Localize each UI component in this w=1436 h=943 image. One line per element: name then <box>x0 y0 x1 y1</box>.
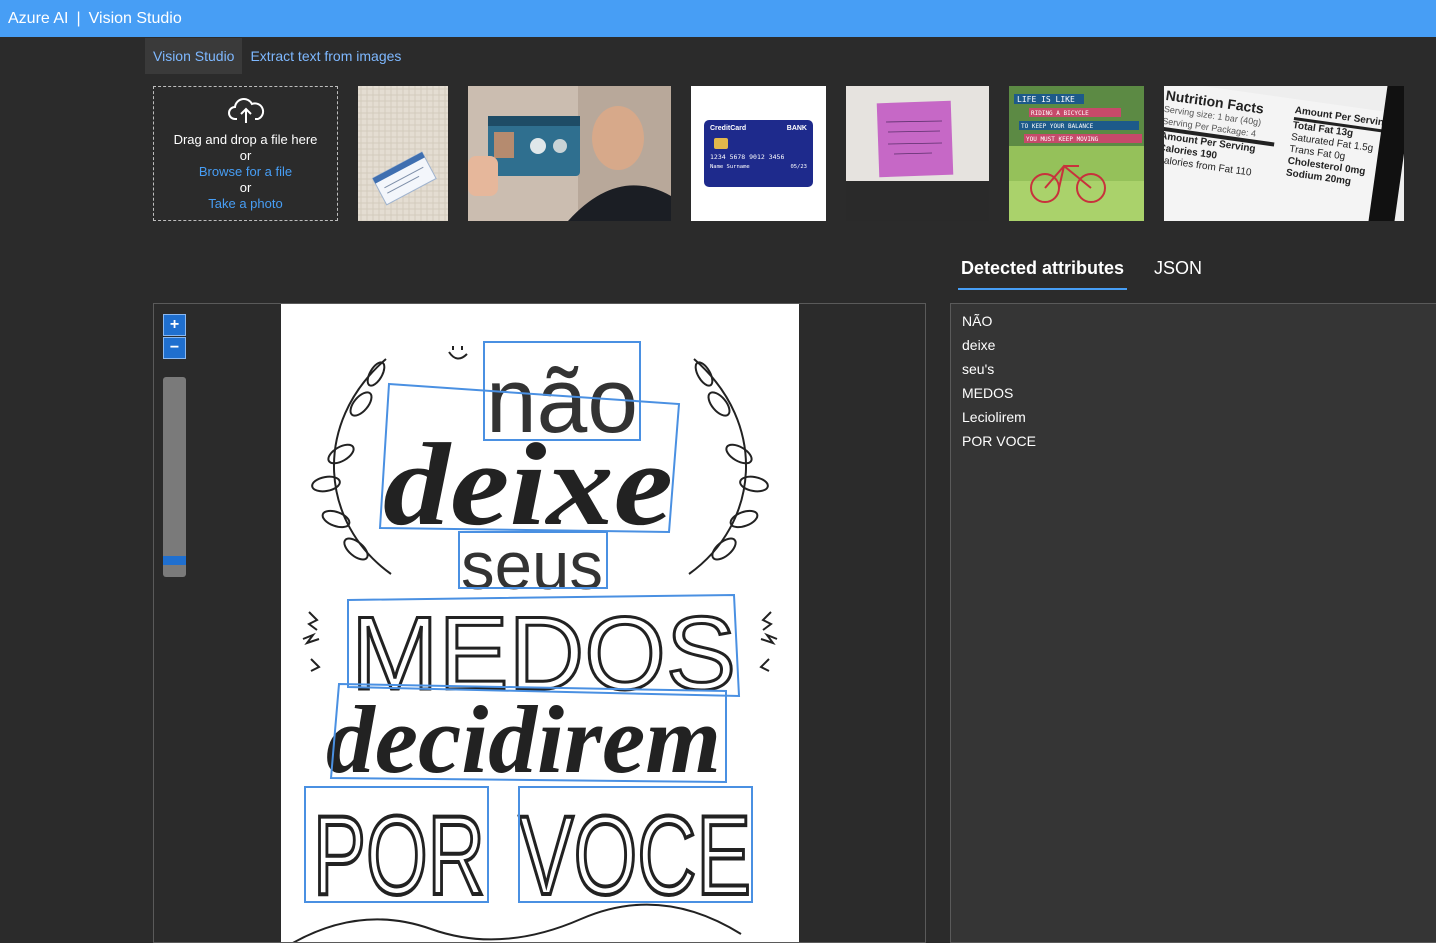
bicycle-line-3: TO KEEP YOUR BALANCE <box>1021 123 1094 130</box>
laurel-right <box>688 358 769 575</box>
nutrition-label: Nutrition Facts Serving size: 1 bar (40g… <box>1164 86 1404 221</box>
result-tabs: Detected attributes JSON <box>958 250 1229 290</box>
credit-card: CreditCard BANK 1234 5678 9012 3456 Name… <box>704 120 813 187</box>
detected-attributes-panel: NÃO deixe seu's MEDOS Leciolirem POR VOC… <box>950 303 1436 943</box>
bicycle-poster-image: LIFE IS LIKE RIDING A BICYCLE TO KEEP YO… <box>1009 86 1144 221</box>
bicycle-line-1: LIFE IS LIKE <box>1017 95 1075 104</box>
tab-detected-attributes[interactable]: Detected attributes <box>958 250 1128 290</box>
breadcrumb-extract-text[interactable]: Extract text from images <box>242 38 409 74</box>
breadcrumb: Vision Studio Extract text from images <box>145 38 409 74</box>
poster-word-decidirem: decidirem <box>326 686 721 793</box>
result-item[interactable]: Leciolirem <box>962 408 1428 432</box>
drag-drop-text: Drag and drop a file here <box>173 132 318 147</box>
brand-label[interactable]: Azure AI <box>8 10 68 28</box>
result-item[interactable]: NÃO <box>962 312 1428 336</box>
poster-artwork: não deixe seus MEDOS decidirem POR VOCE <box>292 341 778 942</box>
result-item[interactable]: deixe <box>962 336 1428 360</box>
sample-credit-card[interactable]: CreditCard BANK 1234 5678 9012 3456 Name… <box>691 86 826 221</box>
analyzed-image: não deixe seus MEDOS decidirem POR VOCE <box>281 304 799 942</box>
sample-nutrition-label[interactable]: Nutrition Facts Serving size: 1 bar (40g… <box>1164 86 1404 221</box>
sample-sticky-note[interactable] <box>846 86 989 221</box>
zoom-in-button[interactable]: + <box>163 314 186 336</box>
breadcrumb-vision-studio[interactable]: Vision Studio <box>145 38 243 74</box>
laurel-left <box>311 358 392 575</box>
result-item[interactable]: POR VOCE <box>962 432 1428 456</box>
sample-bicycle-poster[interactable]: LIFE IS LIKE RIDING A BICYCLE TO KEEP YO… <box>1009 86 1144 221</box>
cloud-upload-icon <box>227 98 264 123</box>
bicycle-line-2: RIDING A BICYCLE <box>1031 110 1089 117</box>
product-label[interactable]: Vision Studio <box>89 10 182 28</box>
bicycle-line-4: YOU MUST KEEP MOVING <box>1026 136 1099 143</box>
card-brand: CreditCard <box>710 125 747 132</box>
card-expiry: 05/23 <box>790 164 807 170</box>
tab-json[interactable]: JSON <box>1151 250 1205 290</box>
zoom-out-button[interactable]: − <box>163 337 186 359</box>
zoom-slider[interactable] <box>163 377 186 577</box>
sample-social-security-card[interactable] <box>358 86 448 221</box>
card-name: Name Surname <box>710 164 750 170</box>
poster-word-seus: seus <box>461 528 603 604</box>
poster-word-por: POR <box>313 793 485 918</box>
image-viewer[interactable]: + − não deixe seus MEDOS decidirem POR V… <box>153 303 926 943</box>
sample-id-card[interactable] <box>468 86 671 221</box>
id-card-photo-image <box>468 86 671 221</box>
take-photo-link[interactable]: Take a photo <box>154 196 337 212</box>
card-bank: BANK <box>786 125 807 132</box>
top-bar: Azure AI | Vision Studio <box>0 0 1436 37</box>
or-text: or <box>239 148 252 163</box>
zoom-slider-handle[interactable] <box>163 556 186 565</box>
card-chip-icon <box>714 138 728 149</box>
browse-file-link[interactable]: Browse for a file <box>154 164 337 180</box>
social-security-card-image <box>358 86 448 221</box>
card-number: 1234 5678 9012 3456 <box>710 153 785 161</box>
brand-separator: | <box>76 9 81 27</box>
or-text: or <box>239 180 252 195</box>
file-dropzone[interactable]: Drag and drop a file here or Browse for … <box>153 86 338 221</box>
result-item[interactable]: MEDOS <box>962 384 1428 408</box>
smiley-icon <box>448 346 468 360</box>
result-item[interactable]: seu's <box>962 360 1428 384</box>
poster-word-voce: VOCE <box>519 793 751 918</box>
sticky-note-image <box>846 86 989 221</box>
